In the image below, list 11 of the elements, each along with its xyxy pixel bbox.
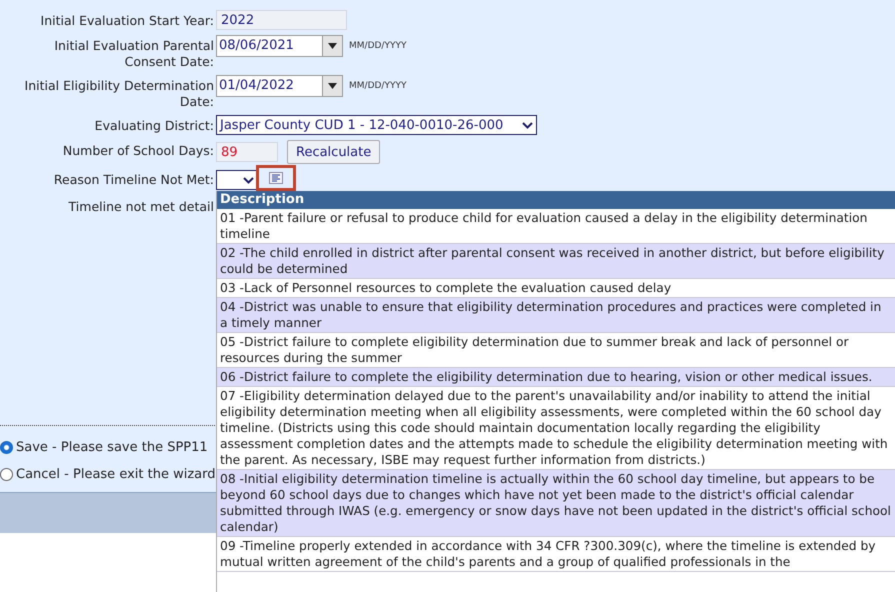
field-label: Initial Evaluation Parental Consent Date:	[53, 37, 215, 70]
field-label: Timeline not met detail	[68, 198, 215, 215]
date-format-hint: MM/DD/YYYY	[349, 81, 406, 91]
field-label: Initial Evaluation Start Year:	[40, 12, 215, 29]
field-label: Number of School Days:	[62, 142, 215, 159]
field-label: Evaluating District:	[94, 117, 215, 134]
field-label: Initial Eligibility Determination Date:	[24, 77, 215, 110]
date-format-hint: MM/DD/YYYY	[349, 41, 406, 51]
field-label: Reason Timeline Not Met:	[52, 171, 215, 188]
school-days-field: 89	[216, 142, 278, 162]
column-header: Description	[217, 191, 895, 209]
